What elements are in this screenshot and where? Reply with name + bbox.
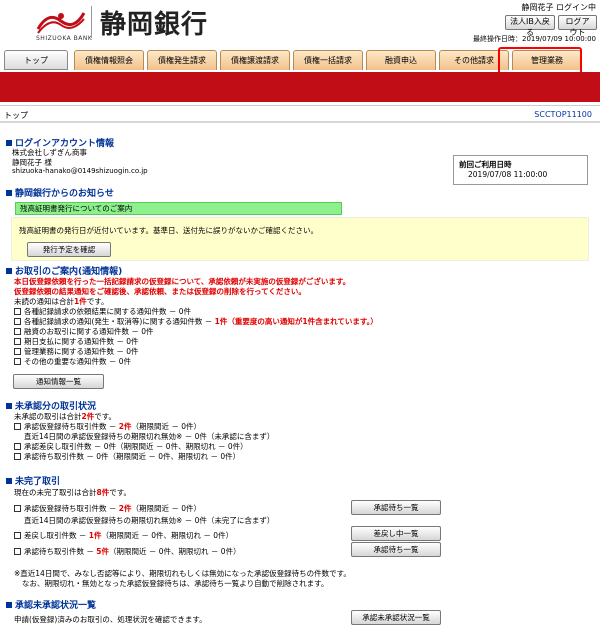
notice-item: その他の重要な通知件数 － 0件 — [14, 356, 131, 367]
checkbox-icon — [14, 328, 21, 335]
checkbox-icon — [14, 318, 21, 325]
section-square-icon — [6, 140, 12, 146]
header: SHIZUOKA BANK 静岡銀行 静岡花子 ログイン中 法人IB入戻る ログ… — [0, 0, 600, 50]
nav-tab-claim-transfer[interactable]: 債権譲渡請求 — [220, 50, 290, 70]
remanded-list-button[interactable]: 差戻し中一覧 — [351, 526, 441, 541]
checkbox-icon — [14, 548, 21, 555]
checkbox-icon — [14, 505, 21, 512]
notice-green-bar: 残高証明書発行についてのご案内 — [15, 202, 342, 215]
last-login-label: 前回ご利用日時 — [459, 160, 512, 169]
checkbox-icon — [14, 443, 21, 450]
bank-name: 静岡銀行 — [100, 10, 209, 40]
unapproved-row: 承認待ち取引件数 － 0件（期限間近 － 0件、期限切れ － 0件） — [14, 451, 240, 462]
incomplete-row-sub: 直近14日間の承認仮登録待ちの期限切れ無効※ － 0件（未完了に含まず） — [24, 516, 275, 525]
user-email: shizuoka-hanako@0149shizuogin.co.jp — [12, 167, 148, 175]
section-square-icon — [6, 478, 12, 484]
approval-status-list-button[interactable]: 承認未承認状況一覧 — [351, 610, 441, 625]
checkbox-icon — [14, 358, 21, 365]
logo-subtitle: SHIZUOKA BANK — [36, 35, 93, 42]
logout-button[interactable]: ログアウト — [558, 15, 597, 37]
corporate-ib-return-button[interactable]: 法人IB入戻る — [505, 15, 555, 37]
notice-text: 残高証明書の発行日が近付いています。基準日、送付先に誤りがないかご確認ください。 — [19, 226, 319, 235]
incomplete-row: 承認待ち取引件数 － 5件（期限間近 － 0件、期限切れ － 0件） — [14, 546, 241, 557]
logo-divider — [91, 6, 92, 38]
nav-tab-loan-application[interactable]: 融資申込 — [366, 50, 436, 70]
nav-tab-claim-issue[interactable]: 債権発生請求 — [147, 50, 217, 70]
awaiting-approval-list-button[interactable]: 承認待ち一覧 — [351, 500, 441, 515]
checkbox-icon — [14, 453, 21, 460]
last-login-box: 前回ご利用日時 2019/07/08 11:00:00 — [453, 155, 588, 185]
nav-tab-claim-inquiry[interactable]: 債権情報照会 — [74, 50, 144, 70]
breadcrumb: トップ — [4, 111, 28, 120]
section-square-icon — [6, 190, 12, 196]
section-title-news: 静岡銀行からのお知らせ — [6, 186, 114, 199]
login-user: 静岡花子 ログイン中 — [521, 3, 596, 12]
approval-pending-list-button[interactable]: 承認待ち一覧 — [351, 542, 441, 557]
shizuoka-bank-logo-icon — [36, 12, 86, 34]
checkbox-icon — [14, 532, 21, 539]
incomplete-summary: 現在の未完了取引は合計8件です。 — [14, 488, 131, 497]
section-square-icon — [6, 403, 12, 409]
checkbox-icon — [14, 348, 21, 355]
section-square-icon — [6, 268, 12, 274]
section-square-icon — [6, 602, 12, 608]
approval-status-desc: 申請(仮登録)済みのお取引の、処理状況を確認できます。 — [14, 615, 207, 624]
red-banner — [0, 72, 600, 102]
incomplete-note-2: なお、期限切れ・無効となった承認仮登録待ちは、承認待ち一覧より自動で削除されます… — [22, 579, 329, 588]
check-issue-schedule-button[interactable]: 発行予定を確認 — [27, 242, 111, 257]
nav-tab-bulk-request[interactable]: 債権一括請求 — [293, 50, 363, 70]
incomplete-row: 承認仮登録待ち取引件数 － 2件（期限間近 － 0件） — [14, 503, 201, 514]
section-title-incomplete: 未完了取引 — [6, 474, 60, 487]
screen-id: SCCTOP11100 — [534, 110, 592, 119]
checkbox-icon — [14, 423, 21, 430]
checkbox-icon — [14, 308, 21, 315]
checkbox-icon — [14, 338, 21, 345]
nav-tab-top[interactable]: トップ — [4, 50, 68, 70]
last-operation-time: 最終操作日時：2019/07/09 10:00:00 — [472, 35, 596, 43]
notification-list-button[interactable]: 通知情報一覧 — [13, 374, 104, 389]
breadcrumb-bar: トップ SCCTOP11100 — [0, 105, 600, 123]
section-title-approval-status: 承認未承認状況一覧 — [6, 598, 96, 611]
last-login-value: 2019/07/08 11:00:00 — [468, 170, 548, 179]
incomplete-row: 差戻し取引件数 － 1件（期限間近 － 0件、期限切れ － 0件） — [14, 530, 233, 541]
